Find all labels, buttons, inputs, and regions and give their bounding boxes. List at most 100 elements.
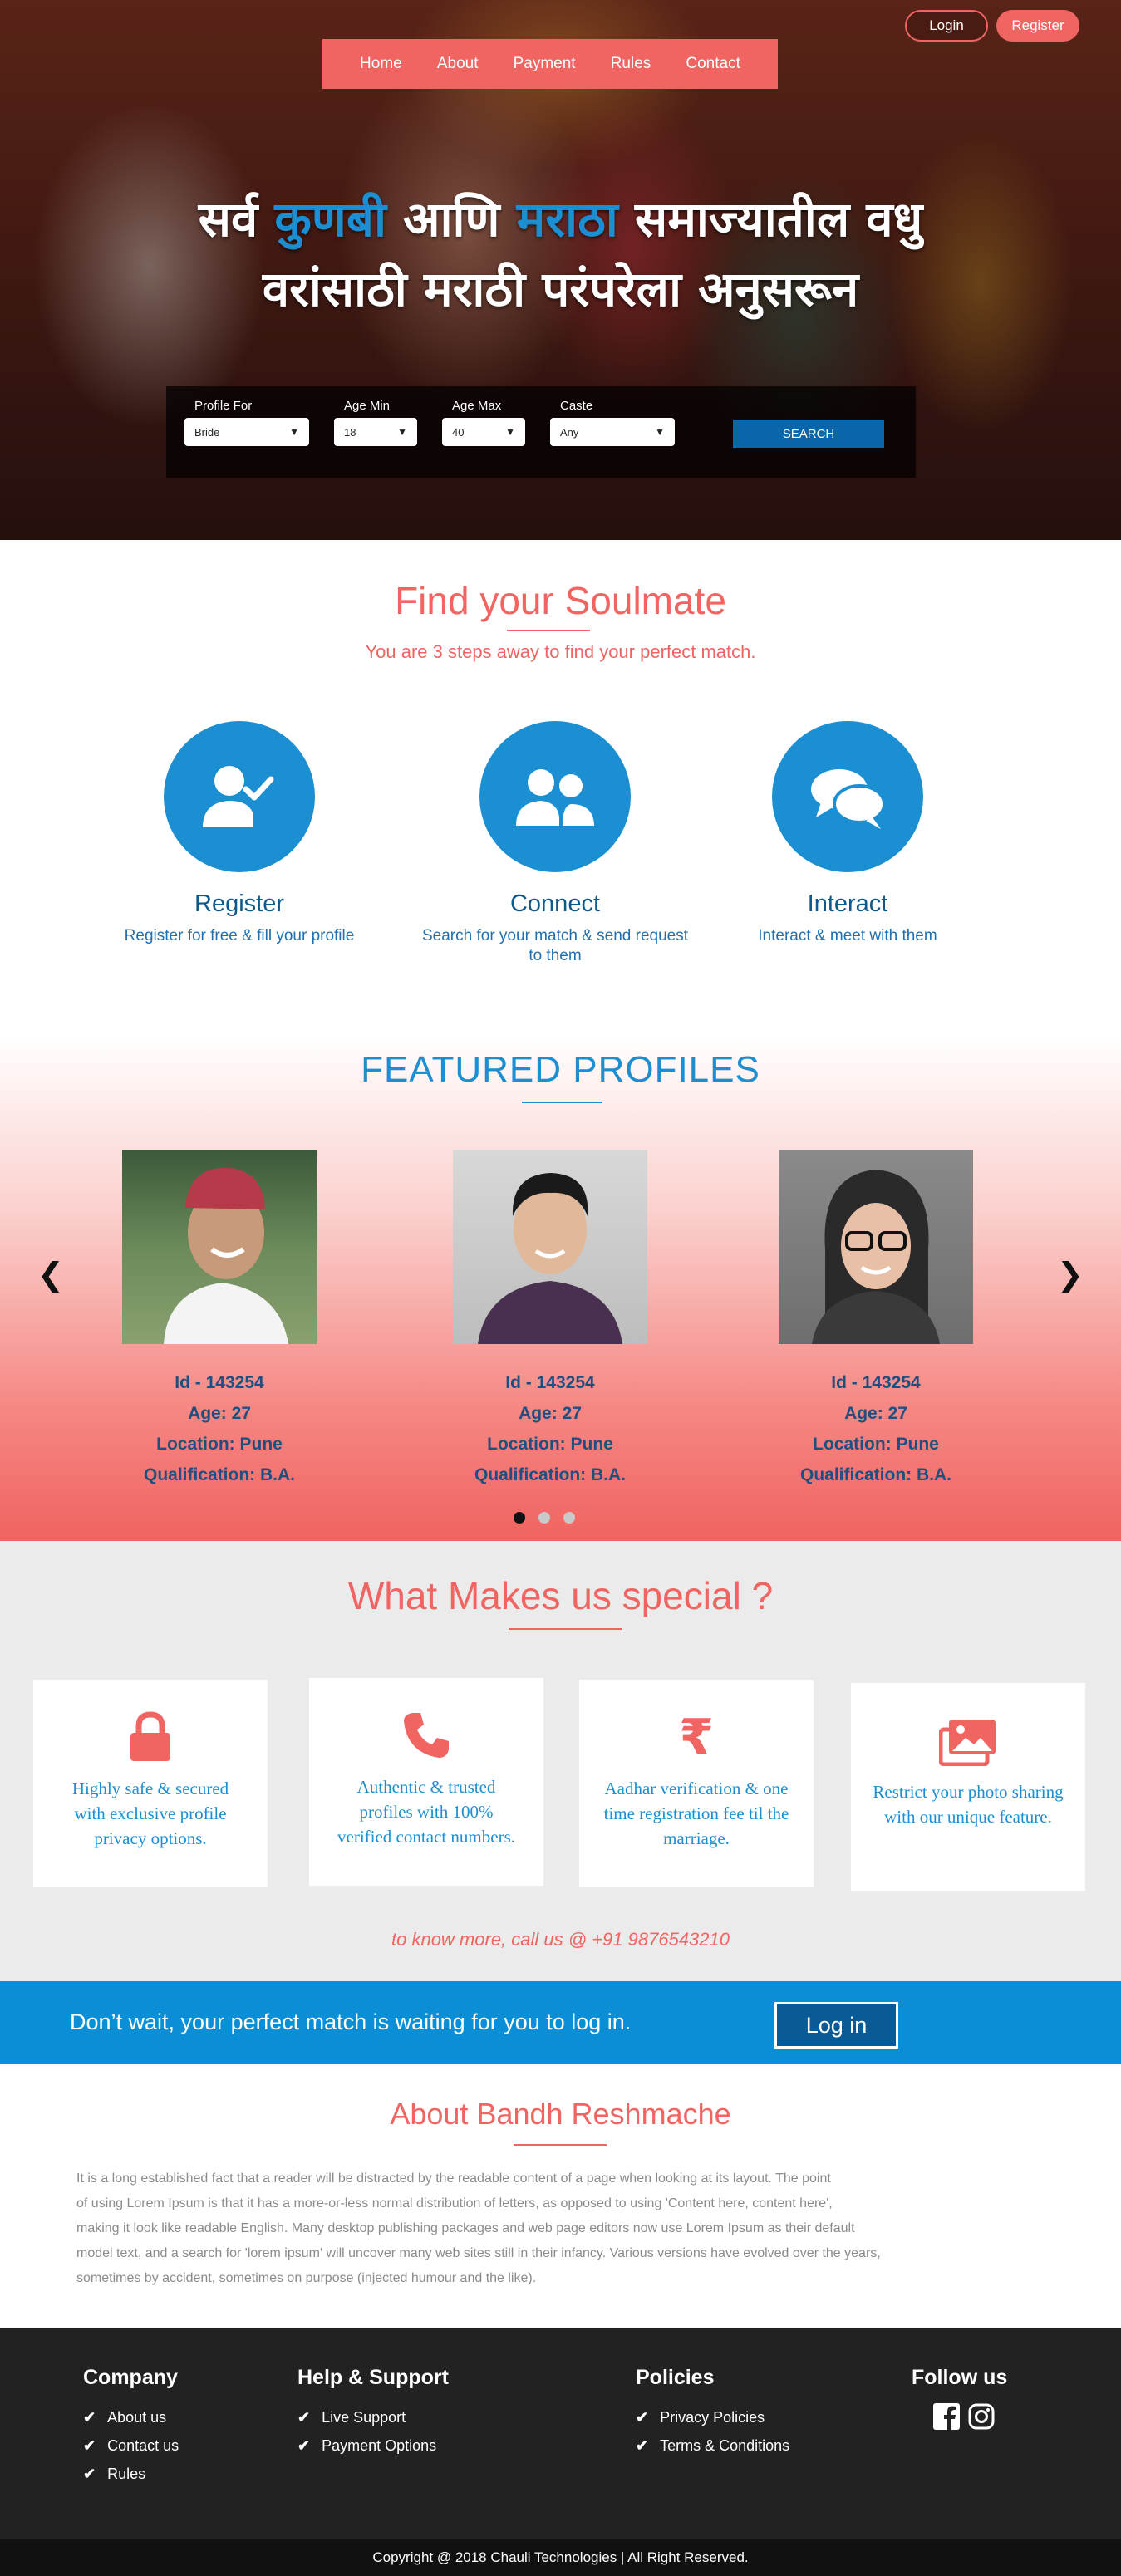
hero-highlight-maratha: मराठा [516,191,618,248]
profile-qualification: Qualification: B.A. [143,1465,295,1484]
hero-highlight-kunbi: कुणबी [274,191,387,248]
step-icon-circle [772,721,923,872]
title-underline [522,1102,602,1103]
profile-card[interactable]: Id - 143254 Age: 27 Location: Pune Quali… [95,1150,344,1490]
check-icon: ✔ [83,2437,96,2454]
profile-card[interactable]: Id - 143254 Age: 27 Location: Pune Quali… [751,1150,1001,1490]
profile-age: Age: 27 [844,1404,907,1423]
footer-link-label: Terms & Conditions [660,2437,790,2454]
search-button[interactable]: SEARCH [733,420,884,448]
soulmate-title: Find your Soulmate [395,579,726,622]
login-button[interactable]: Login [905,10,988,42]
step-icon-circle [479,721,631,872]
chevron-down-icon: ▼ [397,426,407,438]
footer-link-label: Contact us [107,2437,179,2454]
profile-details: Id - 143254 Age: 27 Location: Pune Quali… [425,1367,675,1490]
profile-location: Location: Pune [156,1435,283,1454]
featured-title: FEATURED PROFILES [361,1049,760,1090]
register-button[interactable]: Register [996,10,1079,42]
cta-login-button[interactable]: Log in [774,2002,898,2049]
age-min-field: Age Min 18 ▼ [334,399,417,446]
caste-select[interactable]: Any ▼ [550,418,675,446]
feature-icon [33,1680,268,1771]
carousel-dot[interactable] [563,1512,575,1524]
footer-help: Help & Support ✔ Live Support ✔ Payment Op… [297,2366,449,2460]
profile-for-select[interactable]: Bride ▼ [184,418,309,446]
footer-link-rules[interactable]: ✔ Rules [83,2460,179,2488]
age-max-label: Age Max [452,399,502,413]
footer-heading: Policies [636,2366,715,2389]
hero-text: सर्व [198,191,275,248]
caste-value: Any [560,425,579,439]
footer-link-label: Privacy Policies [660,2409,765,2426]
step-description: Interact & meet with them [758,927,937,945]
profile-details: Id - 143254 Age: 27 Location: Pune Quali… [751,1367,1001,1490]
nav-home[interactable]: Home [360,55,402,73]
feature-text: Highly safe & secured with exclusive pro… [71,1779,229,1848]
footer-link-label: Live Support [322,2409,406,2426]
feature-card: ₹ Aadhar verification & one time registr… [579,1680,814,1887]
feature-text: Restrict your photo sharing with our uni… [873,1782,1064,1827]
age-max-select[interactable]: 40 ▼ [442,418,525,446]
profile-photo [779,1150,973,1344]
age-max-value: 40 [452,425,465,439]
caste-field: Caste Any ▼ [550,399,675,446]
profile-card[interactable]: Id - 143254 Age: 27 Location: Pune Quali… [425,1150,675,1490]
step-title: Interact [807,891,888,917]
step-connect: Connect Search for your match & send req… [397,721,713,966]
footer-heading: Company [83,2366,178,2389]
carousel-dot[interactable] [538,1512,550,1524]
nav-contact[interactable]: Contact [686,55,740,73]
footer-link-label: Rules [107,2466,146,2482]
rupee-icon: ₹ [679,1709,714,1767]
users-icon [516,769,594,826]
footer-company: Company ✔ About us ✔ Contact us ✔ Rules [83,2366,179,2488]
facebook-icon[interactable] [933,2403,960,2430]
step-register: Register Register for free & fill your p… [115,721,364,946]
footer-link-contact[interactable]: ✔ Contact us [83,2431,179,2460]
carousel-prev-icon[interactable]: ❮ [37,1256,64,1293]
age-min-select[interactable]: 18 ▼ [334,418,417,446]
hero-headline: सर्व कुणबी आणि मराठा समाज्यातील वधु वरां… [50,184,1071,324]
carousel-next-icon[interactable]: ❯ [1057,1256,1084,1293]
special-title: What Makes us special ? [347,1574,774,1617]
profile-qualification: Qualification: B.A. [799,1465,951,1484]
footer-link-live-support[interactable]: ✔ Live Support [297,2403,449,2431]
feature-icon: ₹ [579,1680,814,1771]
carousel-dot-active[interactable] [514,1512,525,1524]
feature-text: Aadhar verification & one time registrat… [603,1779,789,1848]
phone-icon [404,1713,449,1758]
age-min-value: 18 [344,425,356,439]
title-underline [514,2144,607,2146]
age-max-field: Age Max 40 ▼ [442,399,525,446]
nav-payment[interactable]: Payment [514,55,576,73]
feature-card: Highly safe & secured with exclusive pro… [33,1680,268,1887]
chevron-down-icon: ▼ [655,426,665,438]
check-icon: ✔ [297,2409,311,2426]
user-check-icon [203,766,274,827]
footer-link-terms[interactable]: ✔ Terms & Conditions [636,2431,789,2460]
footer-heading: Help & Support [297,2366,449,2389]
caste-label: Caste [560,399,593,413]
footer-link-payment-options[interactable]: ✔ Payment Options [297,2431,449,2460]
footer-follow: Follow us [912,2366,1007,2430]
nav-rules[interactable]: Rules [611,55,651,73]
chevron-down-icon: ▼ [289,426,299,438]
person-photo-icon [478,1173,622,1344]
nav-about[interactable]: About [437,55,479,73]
age-min-label: Age Min [344,399,391,413]
footer-link-privacy[interactable]: ✔ Privacy Policies [636,2403,789,2431]
step-icon-circle [164,721,315,872]
hero-line-1: सर्व कुणबी आणि मराठा समाज्यातील वधु [50,184,1071,254]
feature-text: Authentic & trusted profiles with 100% v… [337,1777,515,1847]
instagram-icon[interactable] [968,2403,995,2430]
footer-link-about[interactable]: ✔ About us [83,2403,179,2431]
call-us-text: to know more, call us @ +91 9876543210 [391,1929,730,1950]
about-line: model text, and a search for 'lorem ipsu… [76,2246,881,2260]
chevron-down-icon: ▼ [505,426,515,438]
about-paragraph: It is a long established fact that a rea… [76,2166,1040,2291]
step-title: Register [194,891,284,917]
check-icon: ✔ [636,2437,649,2454]
chat-bubbles-icon [811,769,886,829]
profile-photo [122,1150,317,1344]
